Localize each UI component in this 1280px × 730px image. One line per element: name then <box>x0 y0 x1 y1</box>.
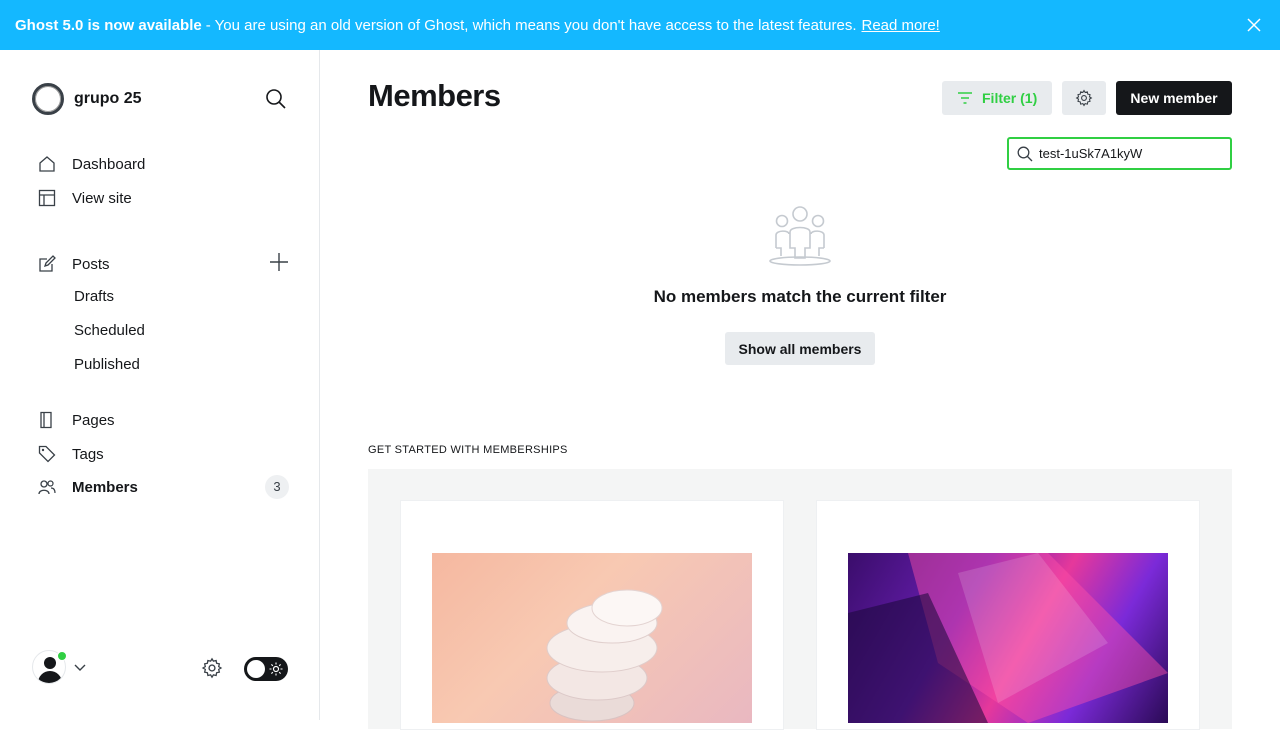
sidebar-item-label: Pages <box>72 411 115 429</box>
sidebar-item-drafts[interactable]: Drafts <box>74 286 114 308</box>
site-logo <box>32 83 64 115</box>
new-member-button[interactable]: New member <box>1116 81 1232 115</box>
card-image-purple-abstract <box>848 553 1168 723</box>
search-icon <box>1017 146 1033 161</box>
site-name: grupo 25 <box>74 90 142 107</box>
layout-icon <box>38 189 56 207</box>
sidebar-item-tags[interactable]: Tags <box>38 442 104 466</box>
empty-state-message: No members match the current filter <box>653 287 947 306</box>
update-banner: Ghost 5.0 is now available - You are usi… <box>0 0 1280 50</box>
members-icon <box>38 480 56 495</box>
members-empty-icon <box>769 206 831 266</box>
close-icon[interactable] <box>1246 17 1262 33</box>
user-menu[interactable] <box>32 650 86 684</box>
banner-headline: Ghost 5.0 is now available <box>15 16 202 34</box>
sun-icon <box>269 662 283 676</box>
show-all-members-button[interactable]: Show all members <box>725 332 875 365</box>
section-heading: GET STARTED WITH MEMBERSHIPS <box>368 444 568 456</box>
sidebar: grupo 25 Dashboard View site Posts Draft… <box>0 50 320 720</box>
search-icon[interactable] <box>265 88 287 110</box>
banner-read-more-link[interactable]: Read more! <box>861 17 939 34</box>
sidebar-item-members[interactable]: Members <box>38 475 138 499</box>
home-icon <box>39 156 55 172</box>
toggle-knob <box>247 660 265 678</box>
sidebar-item-label: Tags <box>72 445 104 463</box>
sidebar-item-posts[interactable]: Posts <box>38 252 110 276</box>
members-count-badge: 3 <box>265 475 289 499</box>
filter-icon <box>958 92 972 104</box>
edit-icon <box>39 255 56 272</box>
sidebar-item-label: Members <box>72 478 138 496</box>
sidebar-item-pages[interactable]: Pages <box>38 408 115 432</box>
chevron-down-icon <box>74 664 86 671</box>
card-image-abstract-discs <box>432 553 752 723</box>
sidebar-item-dashboard[interactable]: Dashboard <box>38 152 145 176</box>
sidebar-item-label: View site <box>72 189 132 207</box>
banner-message: - You are using an old version of Ghost,… <box>205 16 857 34</box>
sidebar-item-published[interactable]: Published <box>74 354 140 376</box>
sidebar-item-label: Dashboard <box>72 155 146 173</box>
tag-icon <box>38 445 56 463</box>
gear-icon <box>1075 89 1093 107</box>
member-search-input[interactable] <box>1039 146 1219 161</box>
online-status-dot <box>57 651 67 661</box>
sidebar-item-label: Posts <box>72 255 110 273</box>
sidebar-item-scheduled[interactable]: Scheduled <box>74 320 145 342</box>
member-search-box[interactable] <box>1007 137 1232 170</box>
page-icon <box>40 411 52 429</box>
add-post-icon[interactable] <box>268 251 290 273</box>
site-brand[interactable]: grupo 25 <box>32 83 142 115</box>
members-settings-button[interactable] <box>1062 81 1106 115</box>
sidebar-item-view-site[interactable]: View site <box>38 186 132 210</box>
theme-toggle[interactable] <box>244 657 288 681</box>
filter-button[interactable]: Filter (1) <box>942 81 1052 115</box>
page-title: Members <box>368 78 501 113</box>
gear-icon[interactable] <box>201 657 223 679</box>
filter-button-label: Filter (1) <box>982 90 1038 106</box>
